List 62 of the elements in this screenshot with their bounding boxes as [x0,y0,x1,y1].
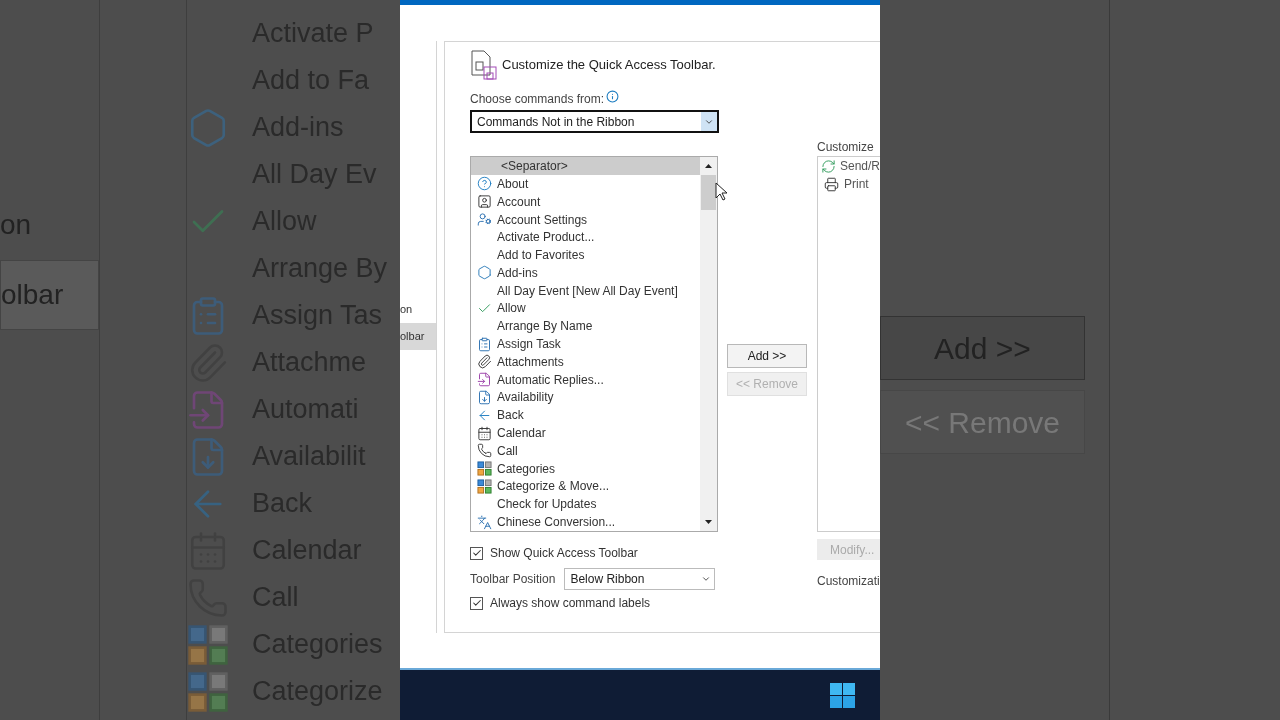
color-squares-icon [187,623,229,666]
command-item[interactable]: Chinese Conversion... [471,513,700,531]
field-label: Choose commands from: [470,91,605,108]
refresh-icon [821,158,837,174]
hexagon-icon [476,265,492,281]
info-icon [606,89,620,103]
command-item[interactable]: Categories [471,459,700,478]
paperclip-icon [476,354,492,370]
field-label: Toolbar Position [470,571,556,588]
toolbar-item[interactable]: Print [844,175,869,193]
command-item[interactable]: Call [471,441,700,460]
command-item[interactable]: All Day Event [New All Day Event] [471,281,700,300]
person-icon [476,194,492,210]
color-squares-icon [476,461,492,477]
phone-icon [476,443,492,459]
command-item[interactable]: Availability [471,388,700,407]
help-icon [476,176,492,192]
document-arrow-icon [476,372,492,388]
command-item[interactable]: Check for Updates [471,495,700,514]
color-squares-icon [187,670,229,713]
nav-item[interactable]: on [400,296,436,323]
command-item[interactable]: Categorize & Move... [471,477,700,496]
command-item[interactable]: Calendar [471,424,700,442]
document-down-arrow-icon [476,389,492,405]
command-item[interactable]: Add-ins [471,264,700,282]
command-item[interactable]: Allow [471,299,700,318]
command-item[interactable]: Activate Product... [471,228,700,247]
printer-icon [823,176,839,192]
command-item[interactable]: Arrange By Name [471,317,700,336]
color-squares-icon [476,478,492,494]
command-item[interactable]: Assign Task [471,335,700,353]
command-item[interactable]: Add to Favorites [471,246,700,264]
command-item[interactable]: About [471,175,700,193]
check-icon [471,598,482,608]
scroll-thumb[interactable] [701,175,716,210]
field-label: Customize [817,139,875,156]
nav-item[interactable]: olbar [400,323,436,350]
calendar-icon [476,425,492,441]
windows-logo-icon[interactable] [830,682,855,708]
check-icon [471,548,482,558]
checkbox-label[interactable]: Show Quick Access Toolbar [490,544,638,562]
command-item[interactable]: <Separator> [471,157,700,175]
field-label: Customizati [817,573,880,590]
command-item[interactable]: Account [471,192,700,211]
toolbar-document-icon [470,50,498,80]
checkbox[interactable] [470,596,483,610]
toolbar-item[interactable]: Send/R [839,157,880,175]
commands-dropdown[interactable]: Commands Not in the Ribbon [470,110,719,133]
command-item[interactable]: Attachments [471,352,700,371]
command-item[interactable]: Account Settings [471,210,700,229]
command-item[interactable]: Back [471,406,700,425]
scrollbar[interactable] [700,157,717,531]
command-button[interactable]: Add >> [727,344,807,368]
checkbox[interactable] [470,546,483,560]
checkbox-label[interactable]: Always show command labels [490,594,651,612]
chevron-down-icon [701,574,712,584]
language-icon [476,514,492,530]
mouse-pointer-icon [715,182,729,202]
section-title: Customize the Quick Access Toolbar. [502,56,716,75]
person-gear-icon [476,212,492,227]
command-item[interactable]: Automatic Replies... [471,370,700,389]
position-dropdown[interactable]: Below Ribbon [564,568,716,590]
